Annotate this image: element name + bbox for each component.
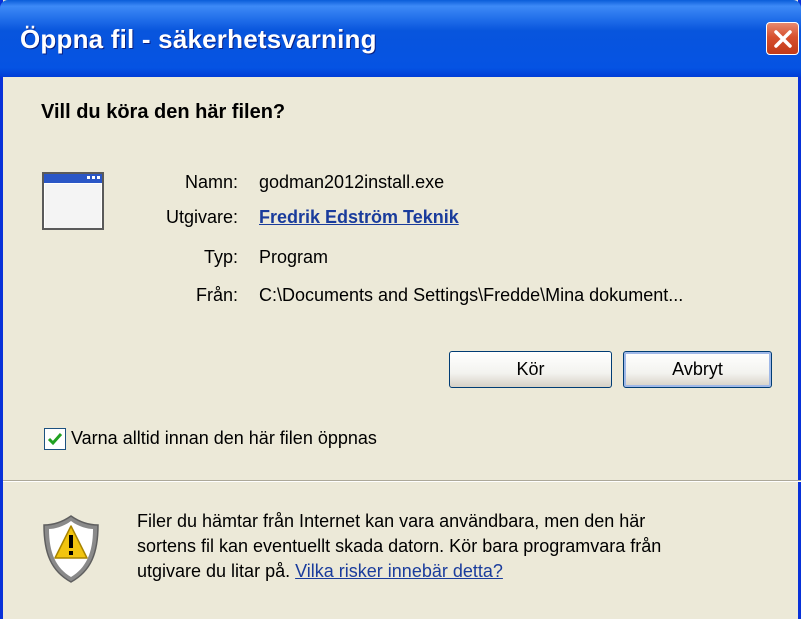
cancel-button[interactable]: Avbryt — [623, 351, 772, 388]
warning-line-3: utgivare du litar på. — [137, 561, 291, 581]
close-button[interactable] — [766, 22, 799, 55]
name-label: Namn: — [184, 172, 238, 192]
warning-line-1: Filer du hämtar från Internet kan vara a… — [137, 511, 646, 531]
publisher-link[interactable]: Fredrik Edström Teknik — [259, 207, 459, 228]
separator-highlight — [3, 481, 801, 482]
dialog-question: Vill du köra den här filen? — [41, 101, 286, 123]
type-value: Program — [259, 247, 329, 267]
warning-line-2: sortens fil kan eventuellt skada datorn.… — [137, 536, 662, 556]
publisher-label: Utgivare: — [165, 207, 238, 227]
risks-link[interactable]: Vilka risker innebär detta? — [295, 561, 503, 581]
from-label: Från: — [195, 285, 238, 305]
close-icon — [774, 30, 792, 48]
security-warning-dialog: Öppna fil - säkerhetsvarning Vill du kör… — [0, 0, 801, 619]
name-value: godman2012install.exe — [259, 172, 445, 192]
title-bar[interactable]: Öppna fil - säkerhetsvarning — [0, 0, 801, 77]
from-value: C:\Documents and Settings\Fredde\Mina do… — [259, 285, 684, 305]
security-shield-icon — [43, 515, 99, 583]
run-button[interactable]: Kör — [449, 351, 612, 388]
always-warn-label[interactable]: Varna alltid innan den här filen öppnas — [71, 428, 377, 449]
warning-text: Filer du hämtar från Internet kan vara a… — [137, 509, 787, 584]
type-label: Typ: — [203, 247, 238, 267]
check-icon — [47, 433, 63, 446]
always-warn-checkbox[interactable] — [44, 428, 66, 450]
window-title: Öppna fil - säkerhetsvarning — [20, 24, 377, 54]
